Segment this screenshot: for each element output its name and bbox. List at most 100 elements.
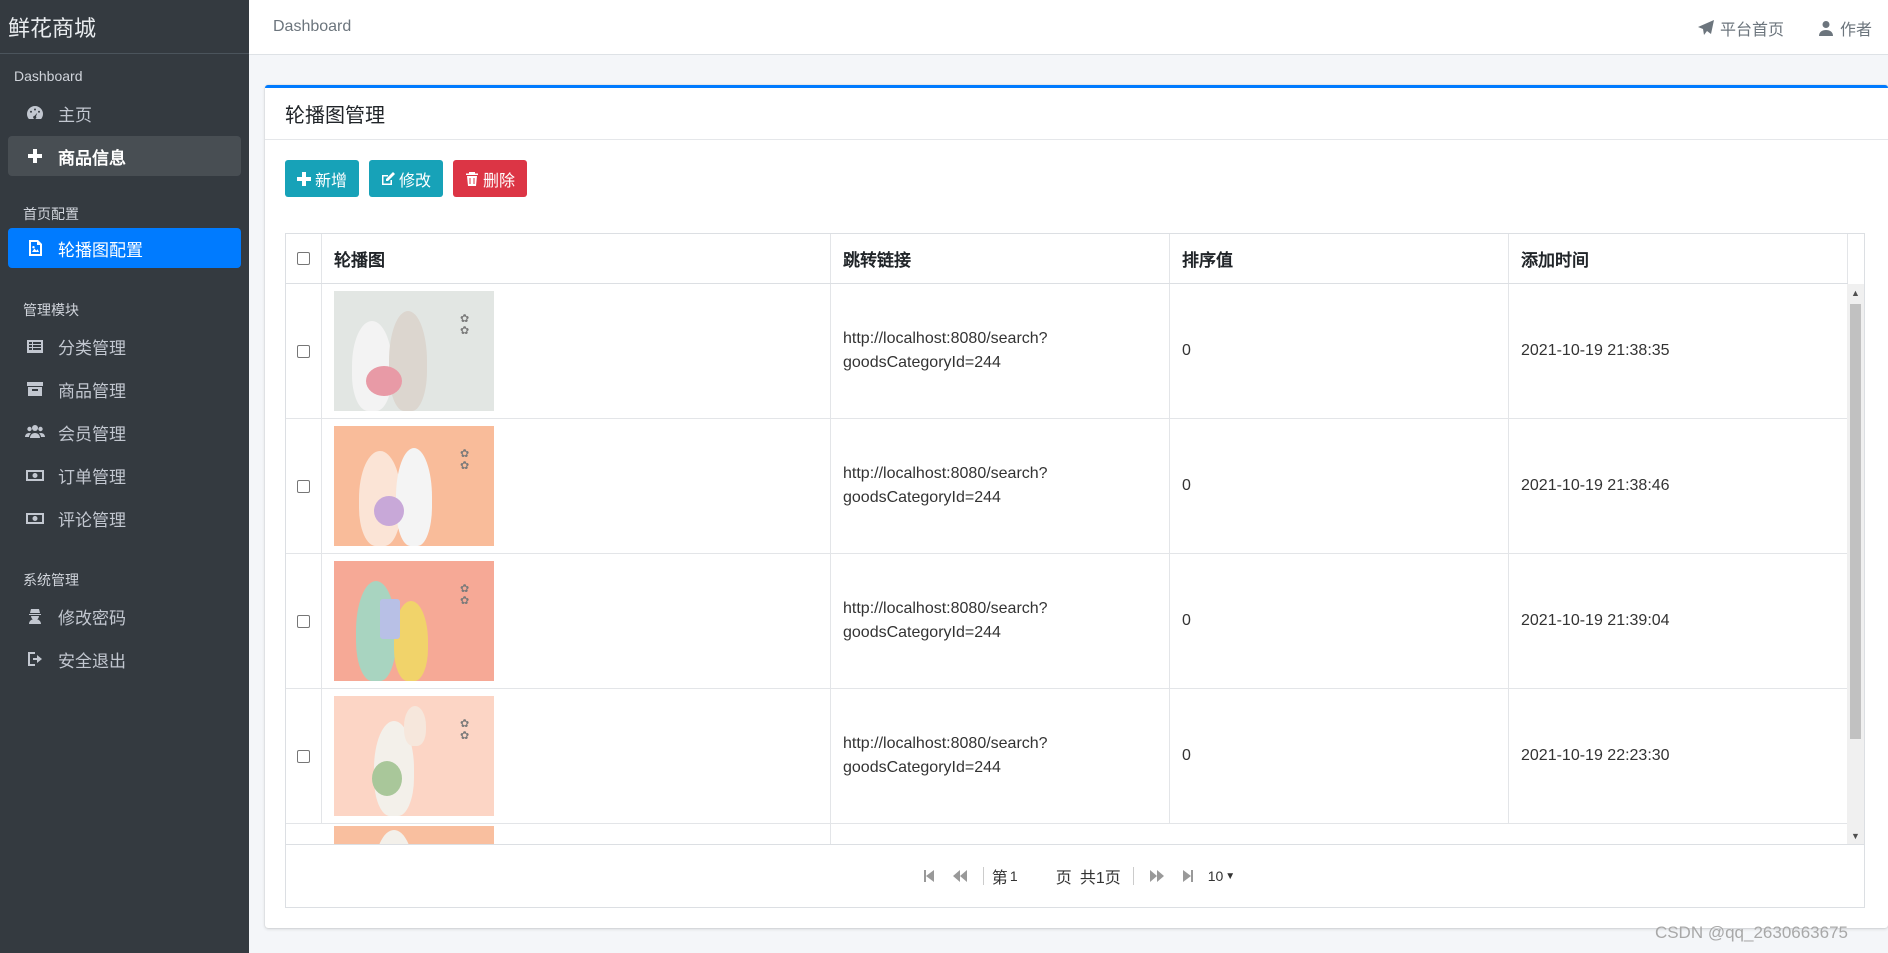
- link-text-cont: goodsCategoryId=244: [843, 624, 1001, 641]
- page-size-select[interactable]: 10 ▼: [1208, 868, 1235, 884]
- sidebar-item-category[interactable]: 分类管理: [8, 326, 241, 366]
- edit-icon: [382, 171, 396, 185]
- link-text: http://localhost:8080/search?: [843, 330, 1048, 347]
- sidebar-item-label: 商品管理: [58, 381, 126, 401]
- carousel-thumbnail: ✿ ✿: [334, 291, 494, 411]
- user-secret-icon: [24, 605, 46, 627]
- row-checkbox[interactable]: [297, 614, 310, 628]
- dashboard-icon: [24, 102, 46, 124]
- table-row[interactable]: [286, 824, 1848, 844]
- sidebar-item-carousel-config[interactable]: 轮播图配置: [8, 228, 241, 268]
- add-button[interactable]: 新增: [285, 160, 360, 197]
- row-checkbox[interactable]: [297, 749, 310, 763]
- sidebar-item-label: 主页: [58, 105, 92, 125]
- link-cell: http://localhost:8080/search? goodsCatego…: [831, 689, 1170, 823]
- time-cell: 2021-10-19 22:23:30: [1509, 689, 1848, 823]
- sidebar-item-goods-info[interactable]: 商品信息: [8, 136, 241, 176]
- carousel-thumbnail: [334, 826, 494, 844]
- scrollbar-thumb[interactable]: [1850, 304, 1861, 739]
- sidebar-item-label: 会员管理: [58, 424, 126, 444]
- row-check-cell: [286, 554, 322, 688]
- user-icon: [1818, 20, 1833, 36]
- page-prefix: 第: [991, 870, 1008, 887]
- link-cell: http://localhost:8080/search? goodsCatego…: [831, 284, 1170, 418]
- table-row[interactable]: ✿ ✿ http://localhost:8080/search? goodsCa…: [286, 554, 1848, 689]
- sidebar-item-comments[interactable]: 评论管理: [8, 498, 241, 538]
- scroll-up-icon[interactable]: ▲: [1847, 284, 1864, 301]
- author-link[interactable]: 作者: [1818, 16, 1872, 40]
- pager-separator: [1132, 867, 1134, 885]
- sort-cell: 0: [1170, 554, 1509, 688]
- table-body: ✿ ✿ http://localhost:8080/search? goodsCa…: [286, 284, 1848, 844]
- carousel-management-card: 轮播图管理 新增 修改 删除 轮播图 跳转链接 排序值 添加时间 ✿ ✿ htt…: [265, 85, 1888, 928]
- row-check-cell: [286, 419, 322, 553]
- link-text-cont: goodsCategoryId=244: [843, 354, 1001, 371]
- table-scrollbar[interactable]: ▲ ▼: [1847, 284, 1864, 844]
- sort-cell: 0: [1170, 689, 1509, 823]
- scroll-down-icon[interactable]: ▼: [1847, 827, 1864, 844]
- link-text: http://localhost:8080/search?: [843, 735, 1048, 752]
- time-cell: 2021-10-19 21:38:46: [1509, 419, 1848, 553]
- link-text-cont: goodsCategoryId=244: [843, 759, 1001, 776]
- prev-page-icon[interactable]: [952, 869, 967, 883]
- edit-button-label: 修改: [399, 172, 432, 190]
- column-header-link[interactable]: 跳转链接: [831, 234, 1170, 283]
- trash-icon: [466, 171, 479, 186]
- select-all-checkbox[interactable]: [297, 252, 310, 265]
- sidebar-item-label: 修改密码: [58, 608, 126, 628]
- time-cell: 2021-10-19 21:39:04: [1509, 554, 1848, 688]
- nav-header-dashboard: Dashboard: [14, 68, 83, 84]
- chevron-down-icon: ▼: [1225, 870, 1236, 882]
- topbar-links: 平台首页 作者: [1680, 0, 1888, 55]
- page-value: 1: [1009, 868, 1018, 884]
- sidebar-item-label: 订单管理: [58, 467, 126, 487]
- image-cell: ✿ ✿: [322, 419, 831, 553]
- carousel-table: 轮播图 跳转链接 排序值 添加时间 ✿ ✿ http://localhost:8…: [285, 233, 1865, 908]
- toolbar: 新增 修改 删除: [285, 160, 537, 197]
- table-row[interactable]: ✿ ✿ http://localhost:8080/search? goodsCa…: [286, 284, 1848, 419]
- money-icon: [24, 507, 46, 529]
- edit-button[interactable]: 修改: [369, 160, 444, 197]
- author-label: 作者: [1839, 21, 1872, 39]
- last-page-icon[interactable]: [1180, 869, 1194, 883]
- first-page-icon[interactable]: [923, 869, 937, 883]
- watermark: CSDN @qq_2630663675: [1654, 923, 1848, 942]
- column-header-sort[interactable]: 排序值: [1170, 234, 1509, 283]
- link-cell: http://localhost:8080/search? goodsCatego…: [831, 419, 1170, 553]
- image-cell: ✿ ✿: [322, 554, 831, 688]
- table-header: 轮播图 跳转链接 排序值 添加时间: [286, 234, 1848, 284]
- topbar: Dashboard 平台首页 作者: [249, 0, 1888, 55]
- page-suffix: 页: [1055, 870, 1072, 887]
- sidebar-item-logout[interactable]: 安全退出: [8, 639, 241, 679]
- platform-home-link[interactable]: 平台首页: [1697, 16, 1784, 40]
- archive-icon: [24, 378, 46, 400]
- time-cell: 2021-10-19 21:38:35: [1509, 284, 1848, 418]
- carousel-thumbnail: ✿ ✿: [334, 696, 494, 816]
- row-checkbox[interactable]: [297, 344, 310, 358]
- paper-plane-icon: [1697, 19, 1714, 35]
- sidebar-item-label: 安全退出: [58, 651, 126, 671]
- row-checkbox[interactable]: [297, 479, 310, 493]
- page-size-value: 10: [1207, 868, 1224, 884]
- column-header-image[interactable]: 轮播图: [322, 234, 831, 283]
- sidebar-item-change-password[interactable]: 修改密码: [8, 596, 241, 636]
- column-header-time[interactable]: 添加时间: [1509, 234, 1848, 283]
- next-page-icon[interactable]: [1149, 869, 1164, 883]
- table-row[interactable]: ✿ ✿ http://localhost:8080/search? goodsCa…: [286, 689, 1848, 824]
- sidebar-item-label: 分类管理: [58, 338, 126, 358]
- table-row[interactable]: ✿ ✿ http://localhost:8080/search? goodsCa…: [286, 419, 1848, 554]
- brand-title[interactable]: 鲜花商城: [0, 0, 249, 54]
- page-number-input[interactable]: 第 1: [992, 864, 1052, 888]
- sidebar-item-home[interactable]: 主页: [8, 93, 241, 133]
- sidebar-item-goods[interactable]: 商品管理: [8, 369, 241, 409]
- breadcrumb[interactable]: Dashboard: [273, 18, 351, 36]
- image-cell: ✿ ✿: [322, 689, 831, 823]
- users-icon: [24, 421, 46, 443]
- carousel-thumbnail: ✿ ✿: [334, 426, 494, 546]
- platform-home-label: 平台首页: [1719, 21, 1784, 39]
- delete-button[interactable]: 删除: [453, 160, 528, 197]
- row-check-cell: [286, 689, 322, 823]
- sidebar-item-members[interactable]: 会员管理: [8, 412, 241, 452]
- sidebar-item-orders[interactable]: 订单管理: [8, 455, 241, 495]
- money-icon: [24, 464, 46, 486]
